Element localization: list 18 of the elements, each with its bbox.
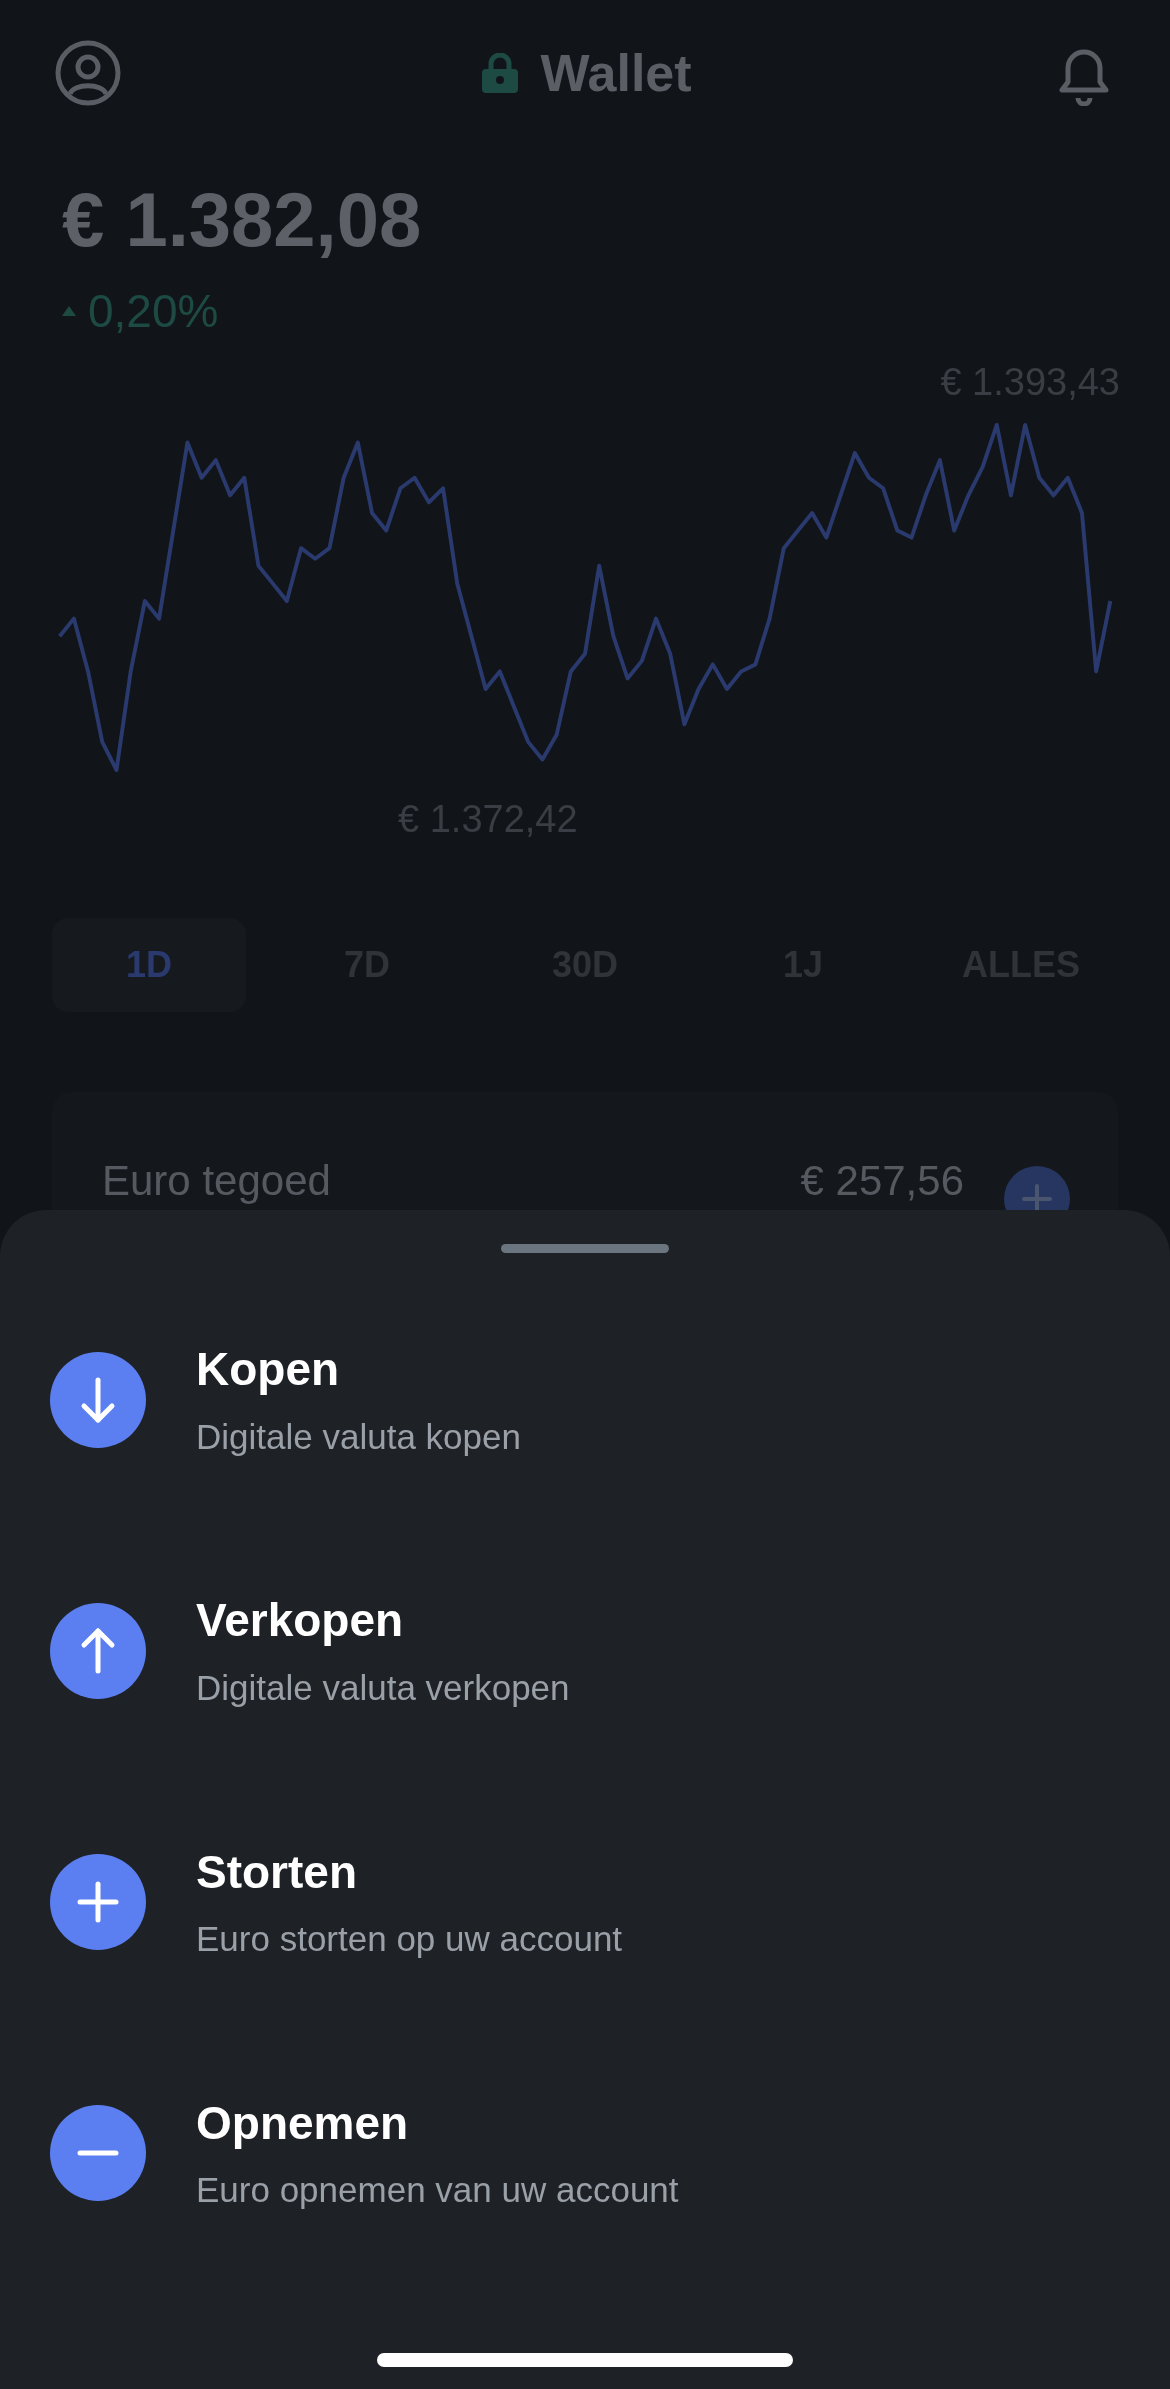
action-title[interactable]: Verkopen (196, 1592, 570, 1650)
range-tab[interactable]: 1D (52, 918, 246, 1012)
action-subtitle: Digitale valuta kopen (196, 1415, 521, 1458)
window-title: Wallet (540, 43, 692, 104)
action-title[interactable]: Opnemen (196, 2094, 679, 2153)
action-subtitle: Digitale valuta verkopen (196, 1666, 570, 1709)
minus-icon (50, 2105, 146, 2202)
profile-icon[interactable] (54, 39, 122, 107)
action-title[interactable]: Storten (196, 1843, 623, 1901)
lock-icon (482, 53, 519, 93)
balance-label: Euro tegoed (102, 1160, 331, 1202)
balance-value: € 257,56 (800, 1160, 964, 1202)
balance-amount: € 1.382,08 (62, 182, 423, 258)
action-subtitle: Euro storten op uw account (196, 1918, 623, 1960)
action-title[interactable]: Kopen (196, 1341, 521, 1399)
action-subtitle: Euro opnemen van uw account (196, 2169, 679, 2212)
plus-icon (50, 1854, 146, 1951)
drag-handle[interactable] (501, 1244, 669, 1253)
